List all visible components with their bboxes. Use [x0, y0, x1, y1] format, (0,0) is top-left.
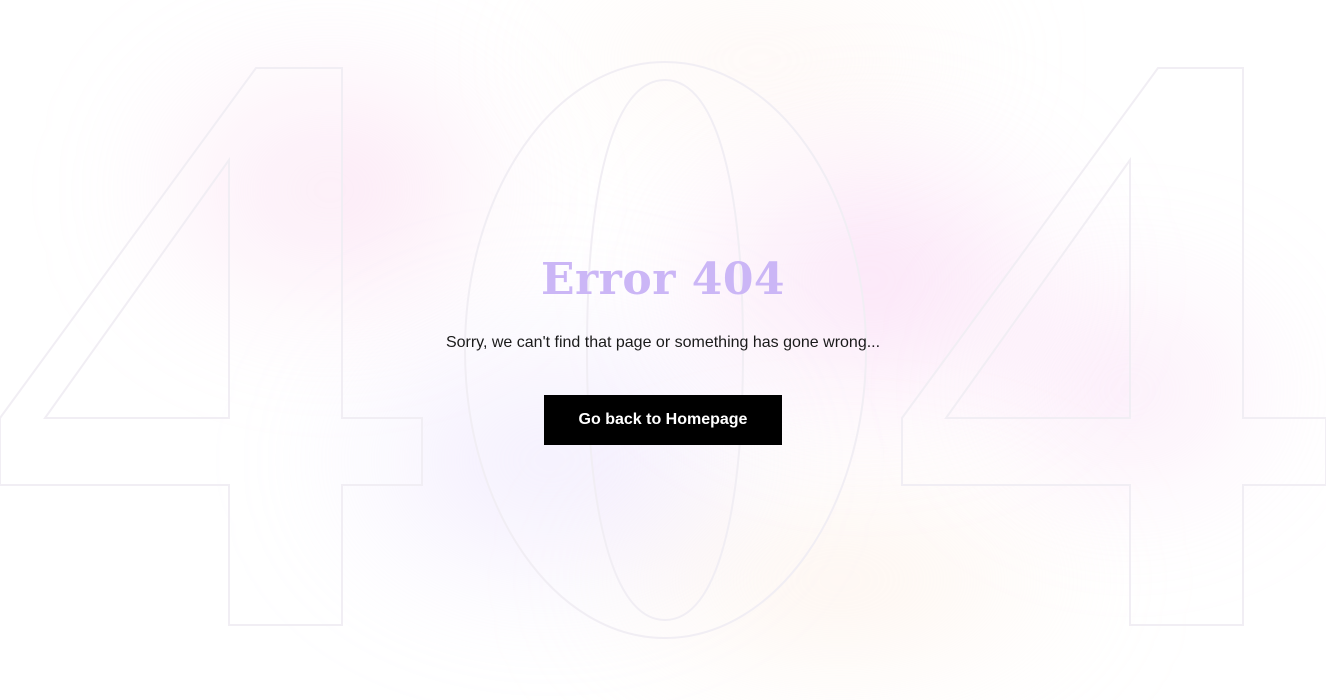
error-page: Error 404 Sorry, we can't find that page… [0, 0, 1326, 700]
error-content: Error 404 Sorry, we can't find that page… [0, 0, 1326, 700]
error-title: Error 404 [540, 254, 786, 305]
go-back-to-homepage-button[interactable]: Go back to Homepage [544, 395, 782, 445]
error-message: Sorry, we can't find that page or someth… [445, 334, 881, 351]
